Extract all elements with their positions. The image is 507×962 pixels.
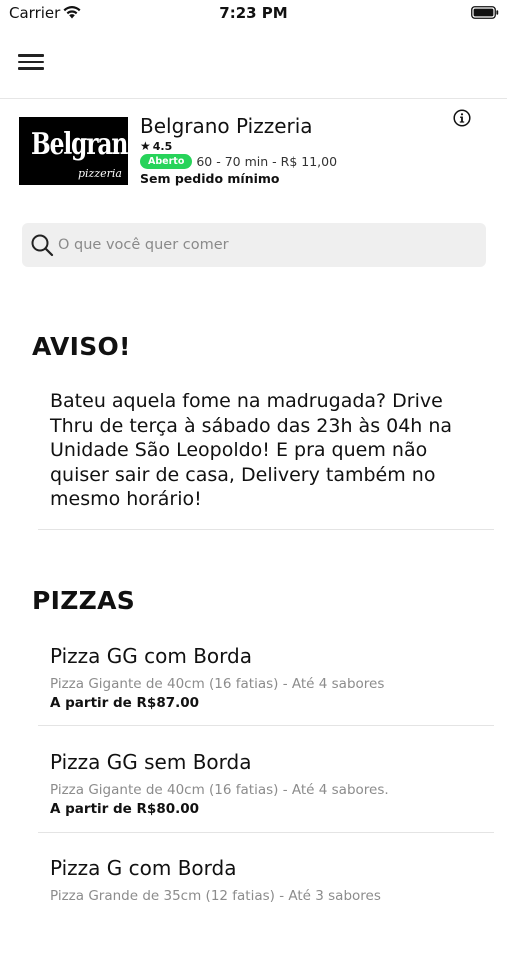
notice-title: AVISO! [32, 332, 131, 361]
navigation-bar [0, 30, 507, 99]
battery-icon [471, 6, 499, 19]
search-input[interactable] [58, 223, 478, 267]
menu-line [18, 67, 44, 70]
rating-value: 4.5 [152, 140, 173, 153]
store-name: Belgrano Pizzeria [140, 114, 313, 138]
menu-item[interactable]: Pizza GG sem Borda Pizza Gigante de 40cm… [0, 750, 507, 856]
menu-item-name: Pizza GG com Borda [50, 644, 252, 668]
hamburger-menu-icon[interactable] [16, 50, 46, 74]
status-bar: Carrier 7:23 PM [0, 0, 507, 30]
delivery-info: 60 - 70 min - R$ 11,00 [196, 154, 338, 169]
store-logo: Belgrano pizzeria [19, 117, 128, 185]
menu-item[interactable]: Pizza G com Borda Pizza Grande de 35cm (… [0, 856, 507, 962]
search-icon [31, 234, 54, 257]
store-rating: ★ 4.5 [140, 139, 172, 153]
menu-item-price: A partir de R$87.00 [50, 695, 200, 711]
menu-item-name: Pizza G com Borda [50, 856, 237, 880]
info-icon[interactable] [453, 109, 471, 127]
menu-item-price: A partir de R$80.00 [50, 801, 200, 817]
open-status-badge: Aberto [140, 154, 193, 169]
min-order-label: Sem pedido mínimo [140, 171, 280, 186]
menu-item-name: Pizza GG sem Borda [50, 750, 252, 774]
store-status-line: Aberto 60 - 70 min - R$ 11,00 [140, 154, 337, 169]
menu-section-title: PIZZAS [32, 586, 136, 615]
search-bar[interactable] [22, 223, 486, 267]
clock: 7:23 PM [219, 4, 288, 22]
menu-item-description: Pizza Grande de 35cm (12 fatias) - Até 3… [50, 888, 381, 904]
divider [38, 529, 494, 530]
divider [38, 725, 494, 726]
menu-item[interactable]: Pizza GG com Borda Pizza Gigante de 40cm… [0, 644, 507, 750]
notice-body: Bateu aquela fome na madrugada? Drive Th… [50, 390, 453, 510]
logo-subtext: pizzeria [78, 167, 122, 180]
star-icon: ★ [140, 139, 151, 153]
menu-item-description: Pizza Gigante de 40cm (16 fatias) - Até … [50, 676, 385, 692]
menu-line [18, 54, 44, 57]
menu-item-description: Pizza Gigante de 40cm (16 fatias) - Até … [50, 782, 389, 798]
divider [38, 832, 494, 833]
logo-text: Belgrano [30, 127, 128, 162]
menu-line [18, 60, 44, 63]
